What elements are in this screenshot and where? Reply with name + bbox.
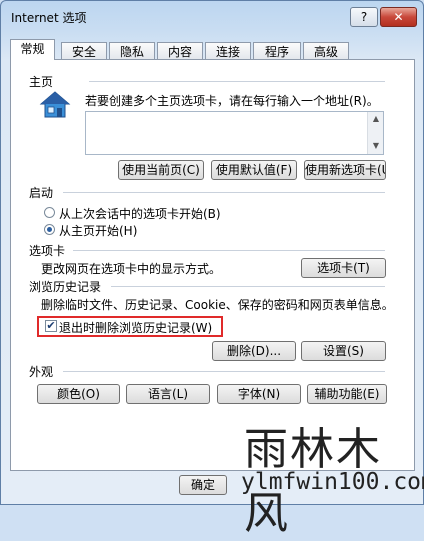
history-settings-button[interactable]: 设置(S) [301, 341, 386, 361]
use-new-tab-button[interactable]: 使用新选项卡(U) [304, 160, 386, 180]
tabs-divider [73, 250, 385, 251]
startup-divider [63, 192, 385, 193]
appearance-divider [63, 371, 385, 372]
tab-advanced[interactable]: 高级 [303, 42, 349, 60]
homepage-address-textarea[interactable] [85, 111, 384, 155]
tab-general[interactable]: 常规 [10, 39, 55, 60]
textarea-scrollbar[interactable]: ▲ ▼ [367, 112, 383, 154]
languages-button[interactable]: 语言(L) [126, 384, 210, 404]
tabs-description: 更改网页在选项卡中的显示方式。 [41, 262, 222, 276]
delete-history-button[interactable]: 删除(D)... [212, 341, 296, 361]
homepage-divider [89, 81, 385, 82]
scroll-down-arrow-icon[interactable]: ▼ [368, 140, 384, 152]
close-button[interactable]: ✕ [380, 7, 417, 27]
scroll-up-arrow-icon[interactable]: ▲ [368, 113, 384, 125]
tab-connections[interactable]: 连接 [205, 42, 251, 60]
fonts-button[interactable]: 字体(N) [217, 384, 301, 404]
startup-homepage-radio[interactable] [44, 224, 55, 235]
startup-homepage-label: 从主页开始(H) [59, 224, 138, 238]
use-current-button[interactable]: 使用当前页(C) [118, 160, 204, 180]
tab-programs[interactable]: 程序 [253, 42, 301, 60]
homepage-description: 若要创建多个主页选项卡，请在每行输入一个地址(R)。 [85, 94, 379, 108]
history-divider [111, 286, 385, 287]
tab-security[interactable]: 安全 [61, 42, 107, 60]
ok-button[interactable]: 确定 [179, 475, 227, 495]
tabs-section-label: 选项卡 [29, 244, 66, 258]
help-button[interactable]: ? [350, 7, 378, 27]
history-section-label: 浏览历史记录 [29, 280, 102, 294]
tab-privacy[interactable]: 隐私 [109, 42, 155, 60]
tabs-settings-button[interactable]: 选项卡(T) [301, 258, 386, 278]
internet-options-window: Internet 选项 ? ✕ 常规 安全 隐私 内容 连接 程序 高级 主页 … [0, 0, 424, 539]
house-icon [39, 89, 71, 121]
history-description: 删除临时文件、历史记录、Cookie、保存的密码和网页表单信息。 [41, 298, 394, 312]
colors-button[interactable]: 颜色(O) [37, 384, 120, 404]
window-title: Internet 选项 [11, 11, 87, 25]
watermark-url: ylmfwin100.com [241, 469, 424, 495]
startup-last-session-radio[interactable] [44, 207, 55, 218]
use-default-button[interactable]: 使用默认值(F) [211, 160, 297, 180]
highlight-annotation-box [37, 316, 223, 337]
appearance-section-label: 外观 [29, 365, 54, 379]
homepage-section-label: 主页 [29, 75, 54, 89]
startup-section-label: 启动 [29, 186, 54, 200]
tab-content[interactable]: 内容 [157, 42, 203, 60]
accessibility-button[interactable]: 辅助功能(E) [307, 384, 387, 404]
startup-last-session-label: 从上次会话中的选项卡开始(B) [59, 207, 221, 221]
